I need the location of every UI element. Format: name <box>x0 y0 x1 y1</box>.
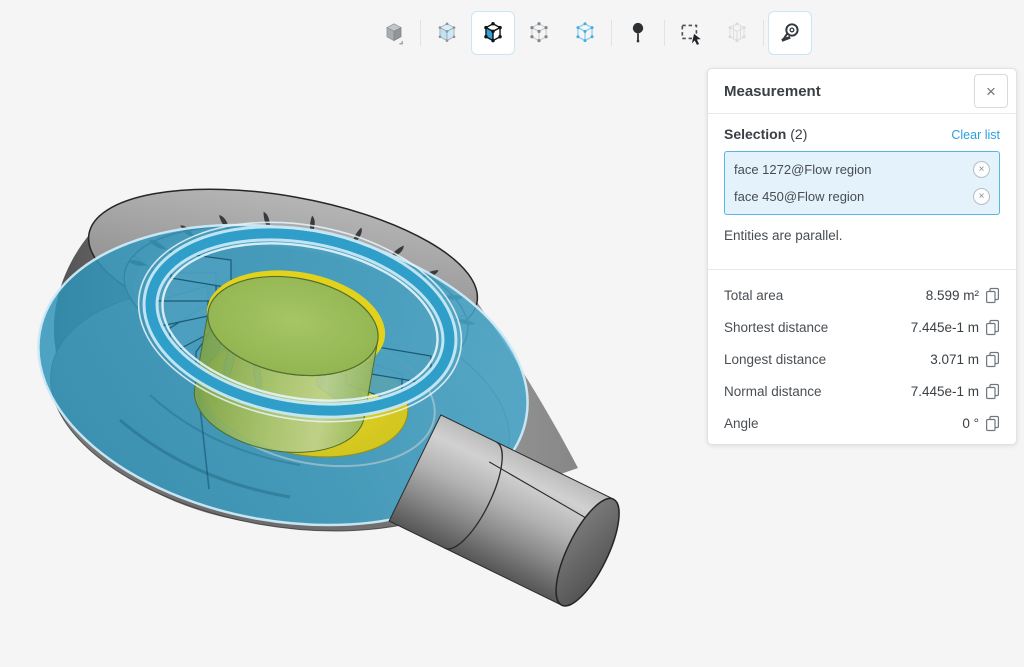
list-item[interactable]: face 450@Flow region × <box>734 183 990 210</box>
measure-value: 3.071 m <box>930 352 979 367</box>
toolbar-separator <box>664 20 665 46</box>
selection-section: Selection (2) Clear list face 1272@Flow … <box>708 114 1016 256</box>
selection-count: (2) <box>790 126 807 142</box>
measure-value: 8.599 m² <box>926 288 979 303</box>
table-row: Shortest distance 7.445e-1 m <box>724 311 1000 343</box>
selection-item-name: face 1272@Flow region <box>734 162 973 177</box>
measure-label: Angle <box>724 416 962 431</box>
table-row: Angle 0 ° <box>724 407 1000 439</box>
panel-header: Measurement × <box>708 69 1016 114</box>
measure-value: 7.445e-1 m <box>911 320 979 335</box>
toolbar-separator <box>420 20 421 46</box>
table-row: Normal distance 7.445e-1 m <box>724 375 1000 407</box>
copy-icon[interactable] <box>985 415 1000 432</box>
close-icon[interactable]: × <box>974 74 1008 108</box>
faces-cube-icon[interactable] <box>471 11 515 55</box>
copy-icon[interactable] <box>985 319 1000 336</box>
app-window: Measurement × Selection (2) Clear list f… <box>0 0 1024 667</box>
panel-title: Measurement <box>724 83 974 100</box>
measure-label: Normal distance <box>724 384 911 399</box>
remove-item-icon[interactable]: × <box>973 188 990 205</box>
table-row: Total area 8.599 m² <box>724 279 1000 311</box>
status-text: Entities are parallel. <box>724 228 1000 243</box>
measure-label: Longest distance <box>724 352 930 367</box>
measure-value: 7.445e-1 m <box>911 384 979 399</box>
wireframe-cube-icon[interactable] <box>563 11 607 55</box>
vertices-cube-icon[interactable] <box>517 11 561 55</box>
probe-pin-icon[interactable] <box>616 11 660 55</box>
measure-value: 0 ° <box>962 416 979 431</box>
copy-icon[interactable] <box>985 383 1000 400</box>
measure-label: Shortest distance <box>724 320 911 335</box>
view-toolbar <box>372 11 812 55</box>
selection-label: Selection <box>724 126 786 142</box>
copy-icon[interactable] <box>985 351 1000 368</box>
toolbar-separator <box>763 20 764 46</box>
shaded-cube-icon[interactable] <box>425 11 469 55</box>
copy-icon[interactable] <box>985 287 1000 304</box>
selection-item-name: face 450@Flow region <box>734 189 973 204</box>
solid-cube-icon[interactable] <box>372 11 416 55</box>
remove-item-icon[interactable]: × <box>973 161 990 178</box>
list-item[interactable]: face 1272@Flow region × <box>734 156 990 183</box>
selection-list: face 1272@Flow region × face 450@Flow re… <box>724 151 1000 215</box>
measurement-panel: Measurement × Selection (2) Clear list f… <box>707 68 1017 445</box>
measurement-rows: Total area 8.599 m² Shortest distance 7.… <box>708 270 1016 439</box>
measure-label: Total area <box>724 288 926 303</box>
table-row: Longest distance 3.071 m <box>724 343 1000 375</box>
box-select-icon[interactable] <box>669 11 713 55</box>
measure-tape-icon[interactable] <box>768 11 812 55</box>
mesh-cube-icon[interactable] <box>715 11 759 55</box>
toolbar-separator <box>611 20 612 46</box>
clear-list-link[interactable]: Clear list <box>951 128 1000 142</box>
